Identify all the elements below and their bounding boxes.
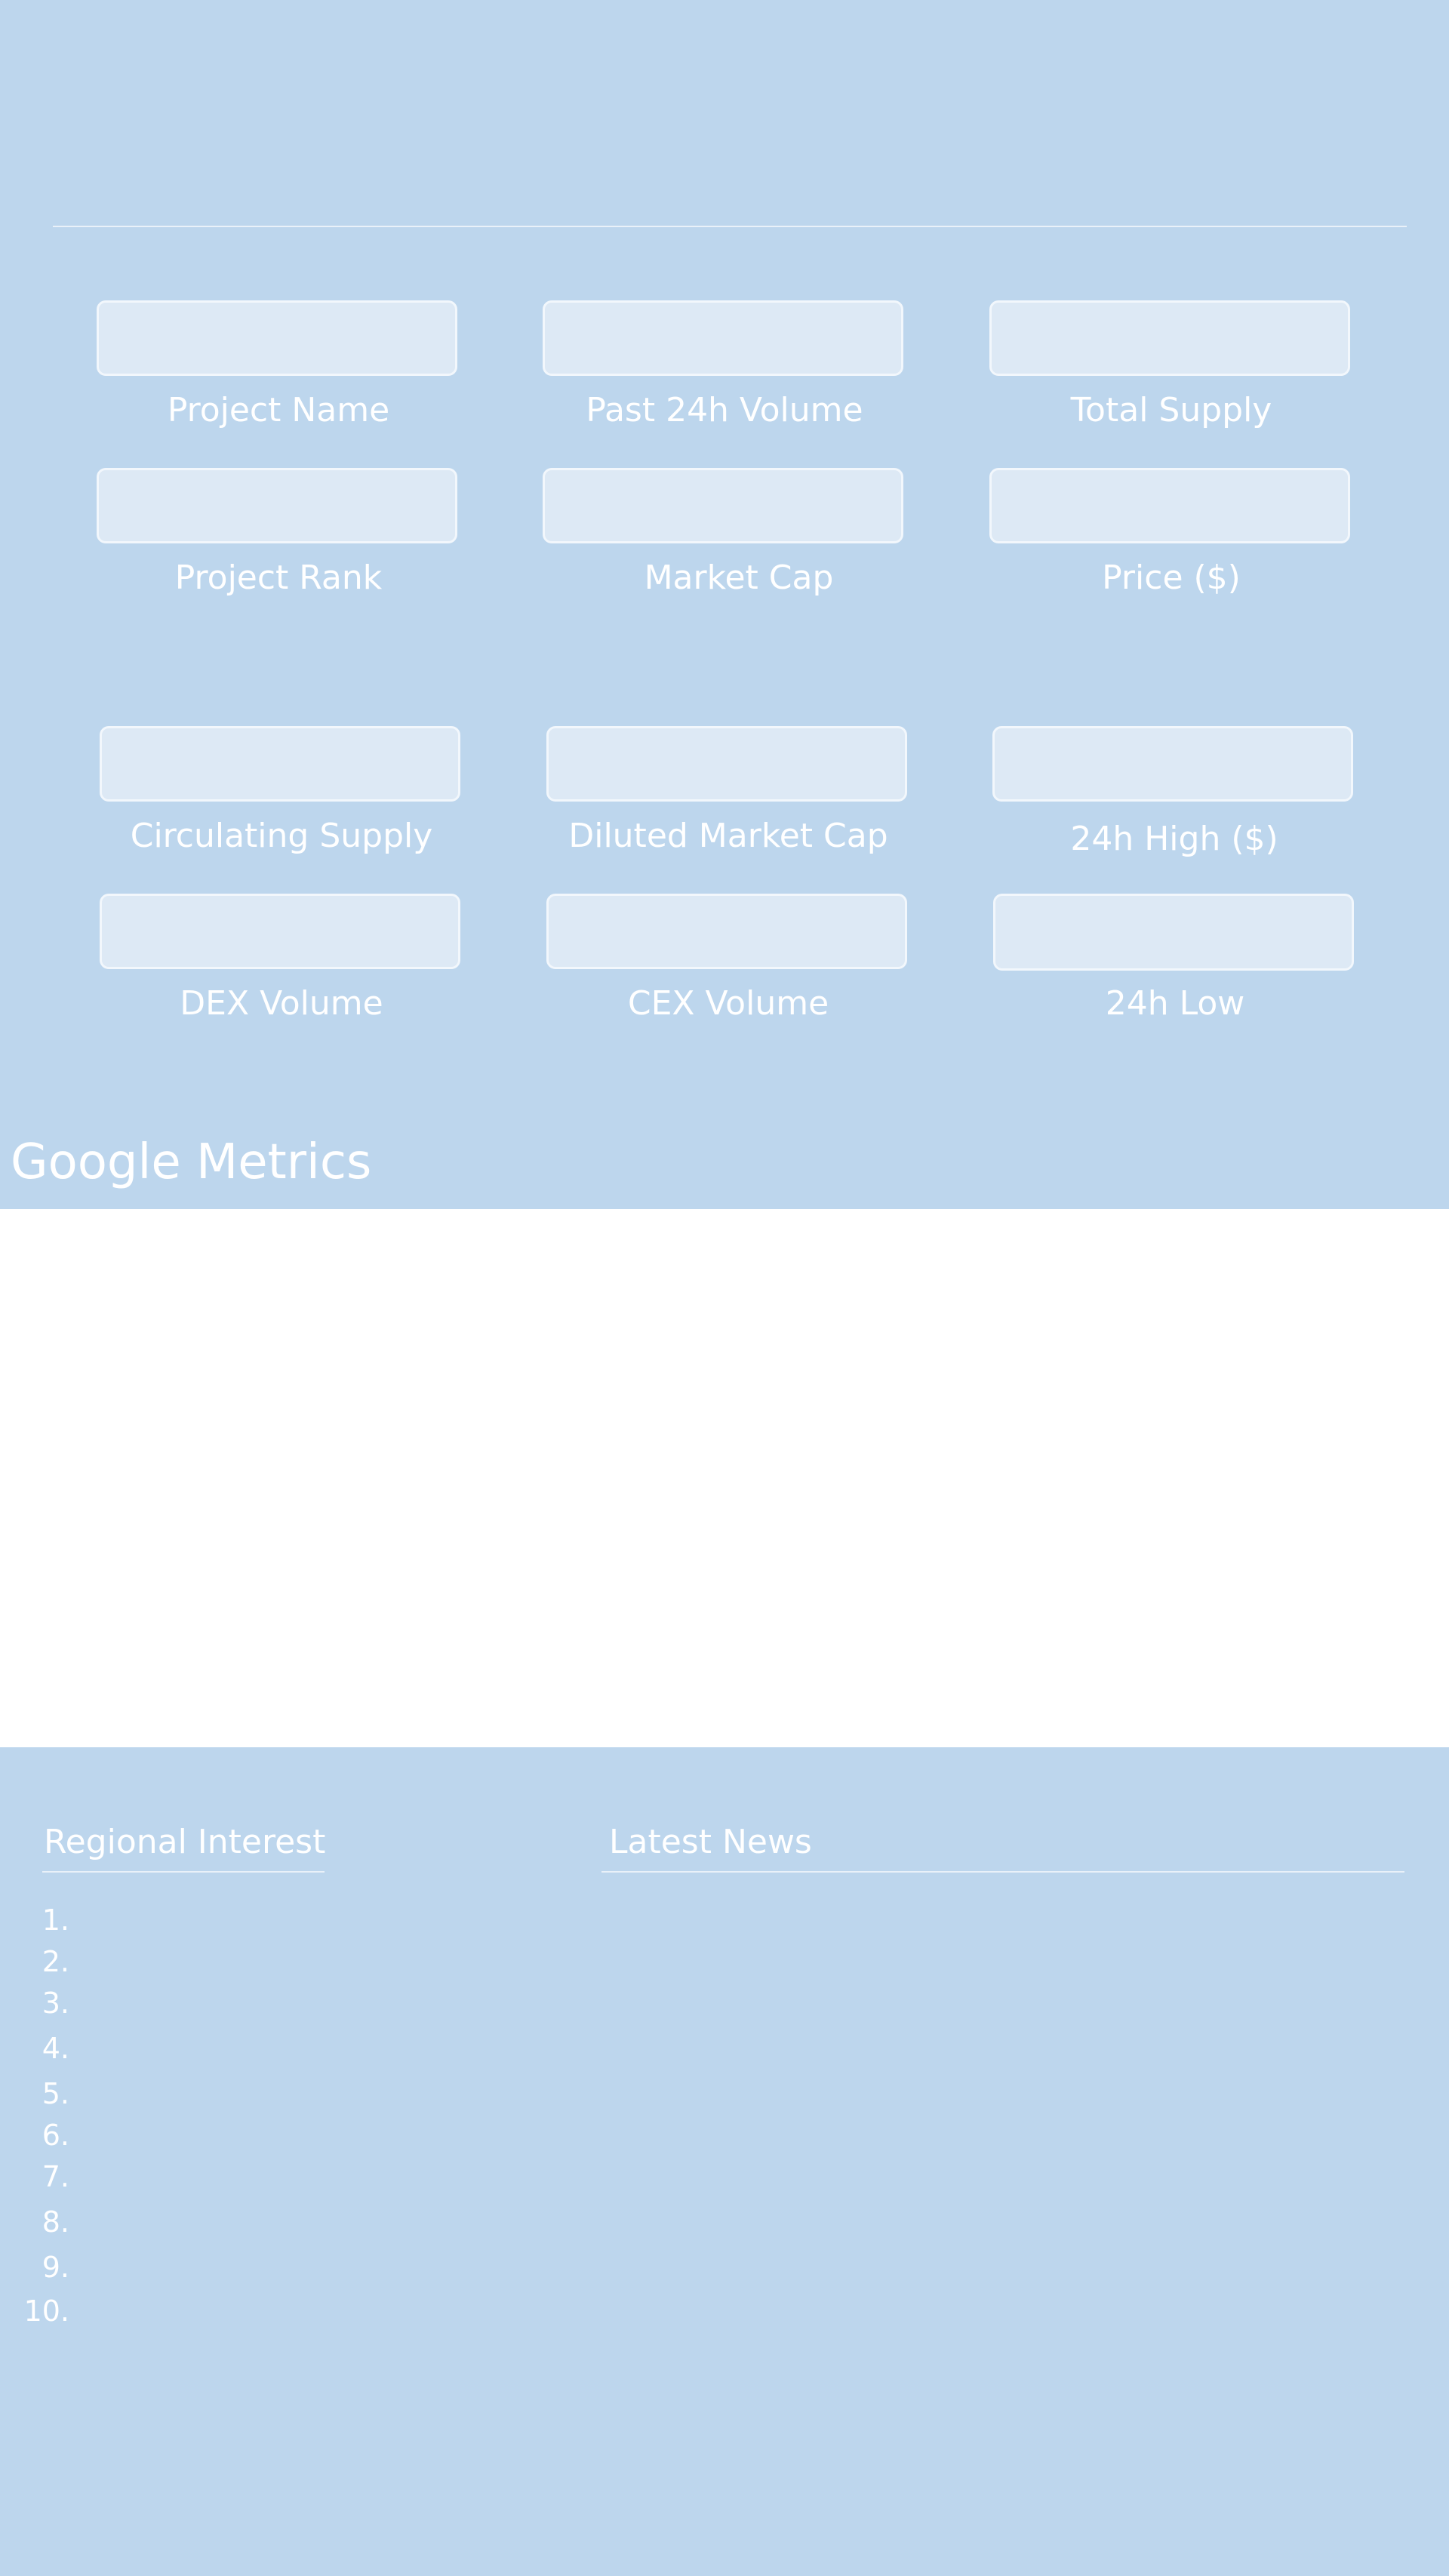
24h-low-box	[993, 894, 1354, 971]
metric-diluted-market-cap: Diluted Market Cap	[546, 726, 910, 856]
rank-number: 6.	[42, 2119, 69, 2152]
past-24h-volume-box	[543, 300, 903, 376]
google-metrics-chart-area	[0, 1209, 1449, 1747]
list-item: 5.	[0, 2077, 91, 2110]
rank-number: 4.	[42, 2032, 69, 2065]
metric-cex-volume: CEX Volume	[546, 894, 910, 1023]
project-rank-label: Project Rank	[174, 559, 383, 597]
rank-number: 7.	[42, 2160, 69, 2193]
rank-number: 9.	[42, 2251, 69, 2284]
rank-number: 3.	[42, 1987, 69, 2020]
past-24h-volume-label: Past 24h Volume	[586, 391, 863, 429]
rank-number: 5.	[42, 2077, 69, 2110]
metric-project-rank: Project Rank	[97, 468, 460, 598]
circulating-supply-box	[100, 726, 460, 802]
cex-volume-box	[546, 894, 907, 969]
market-cap-box	[543, 468, 903, 543]
latest-news-panel: Latest News	[601, 1821, 1404, 1873]
metric-dex-volume: DEX Volume	[100, 894, 463, 1023]
metric-past-24h-volume: Past 24h Volume	[543, 300, 906, 430]
rank-number: 10.	[23, 2294, 69, 2328]
24h-high-box	[992, 726, 1353, 802]
list-item: 6.	[0, 2119, 91, 2152]
metric-market-cap: Market Cap	[543, 468, 906, 598]
metric-price: Price ($)	[989, 468, 1353, 598]
price-label: Price ($)	[1102, 559, 1241, 597]
regional-interest-panel: Regional Interest	[42, 1821, 325, 1873]
diluted-market-cap-label: Diluted Market Cap	[568, 817, 888, 855]
list-item: 1.	[0, 1904, 91, 1937]
list-item: 7.	[0, 2160, 91, 2193]
diluted-market-cap-box	[546, 726, 907, 802]
market-cap-label: Market Cap	[644, 559, 834, 597]
project-rank-box	[97, 468, 457, 543]
list-item: 8.	[0, 2205, 91, 2239]
list-item: 3.	[0, 1987, 91, 2020]
rank-number: 8.	[42, 2205, 69, 2239]
rank-number: 2.	[42, 1945, 69, 1978]
list-item: 9.	[0, 2251, 91, 2284]
metric-circulating-supply: Circulating Supply	[100, 726, 463, 856]
list-item: 10.	[0, 2294, 91, 2328]
regional-interest-title: Regional Interest	[42, 1821, 325, 1873]
dex-volume-label: DEX Volume	[180, 984, 383, 1023]
list-item: 2.	[0, 1945, 91, 1978]
list-item: 4.	[0, 2032, 91, 2065]
cex-volume-label: CEX Volume	[627, 984, 829, 1023]
rank-number: 1.	[42, 1904, 69, 1937]
metric-24h-low: 24h Low	[993, 894, 1357, 1023]
bottom-section: Regional Interest Latest News	[0, 1747, 1449, 2576]
24h-high-label: 24h High ($)	[1070, 820, 1278, 858]
metric-24h-high: 24h High ($)	[992, 726, 1356, 859]
circulating-supply-label: Circulating Supply	[130, 817, 433, 855]
total-supply-box	[989, 300, 1350, 376]
project-name-box	[97, 300, 457, 376]
project-metrics-section: Project Name Past 24h Volume Total Suppl…	[0, 0, 1449, 1209]
price-box	[989, 468, 1350, 543]
24h-low-label: 24h Low	[1105, 984, 1245, 1023]
top-divider	[53, 226, 1407, 227]
dex-volume-box	[100, 894, 460, 969]
project-name-label: Project Name	[167, 391, 390, 429]
page: Project Name Past 24h Volume Total Suppl…	[0, 0, 1449, 2576]
metric-project-name: Project Name	[97, 300, 460, 430]
metric-total-supply: Total Supply	[989, 300, 1353, 430]
total-supply-label: Total Supply	[1070, 391, 1272, 429]
google-metrics-title: Google Metrics	[11, 1134, 372, 1190]
latest-news-title: Latest News	[601, 1821, 1404, 1873]
